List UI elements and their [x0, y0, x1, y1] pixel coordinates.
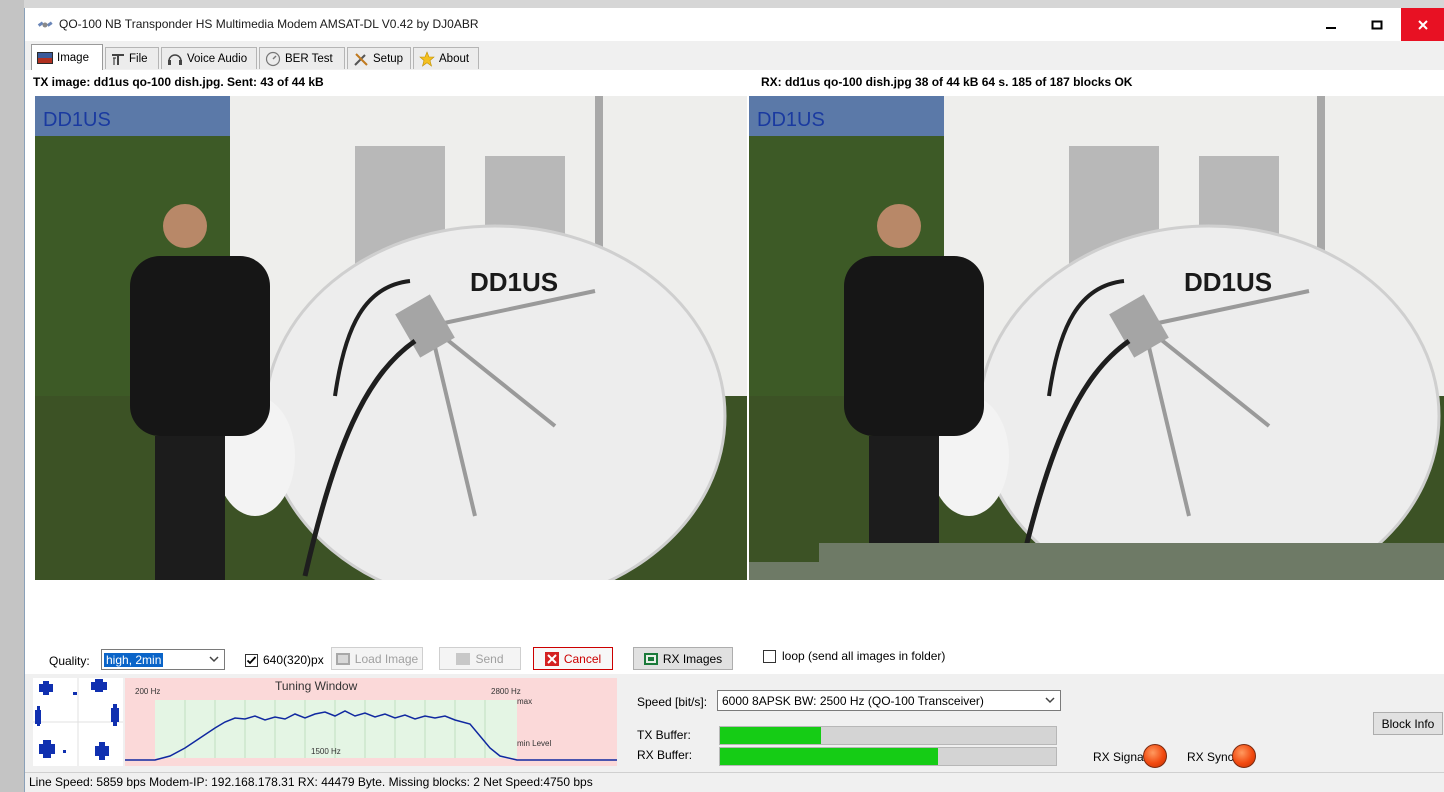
load-image-button[interactable]: Load Image: [331, 647, 423, 670]
tx-buffer-fill: [720, 727, 821, 744]
rx-images-button[interactable]: RX Images: [633, 647, 733, 670]
rx-signal-label: RX Signal:: [1093, 750, 1150, 764]
tab-image[interactable]: Image: [31, 44, 103, 70]
tab-ber-test-label: BER Test: [285, 52, 333, 65]
gauge-icon: [265, 51, 281, 66]
tab-bar: Image File Voice Audio BER Test Setup Ab…: [25, 41, 1444, 71]
block-info-button[interactable]: Block Info: [1373, 712, 1443, 735]
tab-setup[interactable]: Setup: [347, 47, 411, 69]
tx-buffer-label: TX Buffer:: [637, 728, 691, 742]
rx-buffer-label: RX Buffer:: [637, 748, 693, 762]
tab-voice-audio-label: Voice Audio: [187, 52, 248, 65]
constellation-display: [33, 678, 123, 766]
tx-caption: TX image: dd1us qo-100 dish.jpg. Sent: 4…: [33, 75, 324, 89]
quality-label: Quality:: [49, 654, 90, 668]
tx-image: DD1US DD1US: [35, 96, 747, 580]
rx-images-label: RX Images: [662, 651, 723, 666]
cancel-icon: [544, 651, 559, 666]
block-info-label: Block Info: [1381, 716, 1435, 731]
app-window: QO-100 NB Transponder HS Multimedia Mode…: [24, 8, 1444, 792]
tools-icon: [354, 52, 368, 66]
rx-watermark: DD1US: [757, 109, 825, 131]
close-button[interactable]: [1401, 8, 1444, 41]
checkbox-unchecked-icon: [763, 649, 776, 663]
resolution-checkbox[interactable]: 640(320)px: [245, 649, 324, 671]
window-title: QO-100 NB Transponder HS Multimedia Mode…: [59, 17, 479, 31]
speed-label: Speed [bit/s]:: [637, 695, 708, 709]
rx-dish-label: DD1US: [1184, 267, 1272, 297]
rx-buffer-fill: [720, 748, 939, 765]
tx-photo-graphic: DD1US DD1US: [35, 96, 747, 580]
spectrum-low-freq: 200 Hz: [135, 687, 160, 696]
title-bar: QO-100 NB Transponder HS Multimedia Mode…: [25, 8, 1444, 42]
star-icon: [419, 50, 435, 67]
image-controls: Quality: high, 2min 640(320)px Load Imag…: [25, 638, 1444, 671]
resolution-label: 640(320)px: [263, 653, 324, 667]
satellite-icon: [37, 21, 53, 28]
rx-photo-graphic: DD1US DD1US: [749, 96, 1444, 580]
tab-image-label: Image: [57, 51, 89, 64]
rx-buffer-bar: [719, 747, 1057, 766]
tab-voice-audio[interactable]: Voice Audio: [161, 47, 257, 69]
speed-value: 6000 8APSK BW: 2500 Hz (QO-100 Transceiv…: [722, 693, 984, 708]
spectrum-display: 200 Hz Tuning Window 2800 Hz max min Lev…: [125, 678, 617, 766]
tab-about-label: About: [439, 52, 470, 65]
close-icon: [1418, 19, 1428, 30]
image-icon: [335, 652, 350, 665]
spectrum-min-level: min Level: [517, 739, 551, 748]
checkbox-checked-icon: [245, 653, 258, 667]
cancel-label: Cancel: [563, 651, 602, 666]
chevron-down-icon: [1045, 697, 1055, 704]
send-label: Send: [475, 651, 504, 666]
maximize-icon: [1371, 20, 1383, 29]
image-tab-panel: TX image: dd1us qo-100 dish.jpg. Sent: 4…: [25, 70, 1444, 674]
rx-sync-led: [1232, 744, 1256, 768]
speed-select[interactable]: 6000 8APSK BW: 2500 Hz (QO-100 Transceiv…: [717, 690, 1061, 711]
tx-buffer-bar: [719, 726, 1057, 745]
send-icon: [456, 652, 471, 665]
quality-select[interactable]: high, 2min: [101, 649, 225, 670]
rx-signal-led: [1143, 744, 1167, 768]
tab-file-label: File: [129, 52, 148, 65]
image-icon: [37, 51, 53, 64]
image-icon: [643, 652, 658, 665]
spectrum-center-freq: 1500 Hz: [311, 747, 341, 756]
tab-file[interactable]: File: [105, 47, 159, 69]
headphones-icon: [168, 53, 182, 65]
spectrum-high-freq: 2800 Hz: [491, 687, 521, 696]
tab-setup-label: Setup: [373, 52, 404, 65]
chevron-down-icon: [209, 656, 219, 663]
loop-label: loop (send all images in folder): [782, 649, 946, 663]
quality-value: high, 2min: [104, 652, 164, 667]
spectrum-title: Tuning Window: [275, 679, 358, 693]
minimize-icon: [1326, 26, 1336, 29]
load-image-label: Load Image: [354, 651, 419, 666]
loop-checkbox[interactable]: loop (send all images in folder): [763, 645, 945, 667]
minimize-button[interactable]: [1309, 8, 1353, 41]
cancel-button[interactable]: Cancel: [533, 647, 613, 670]
maximize-button[interactable]: [1355, 8, 1399, 41]
rx-caption: RX: dd1us qo-100 dish.jpg 38 of 44 kB 64…: [761, 75, 1133, 89]
tx-watermark: DD1US: [43, 109, 111, 131]
spectrum-max-label: max: [517, 697, 532, 706]
tx-dish-label: DD1US: [470, 267, 558, 297]
send-button[interactable]: Send: [439, 647, 521, 670]
desktop-edge: [0, 0, 24, 792]
tab-ber-test[interactable]: BER Test: [259, 47, 345, 69]
rx-sync-label: RX Sync:: [1187, 750, 1238, 764]
tab-about[interactable]: About: [413, 47, 479, 69]
text-icon: [112, 53, 124, 65]
rx-image: DD1US DD1US: [749, 96, 1444, 580]
status-bar: Line Speed: 5859 bps Modem-IP: 192.168.1…: [25, 772, 1444, 792]
modem-panel: 200 Hz Tuning Window 2800 Hz max min Lev…: [25, 674, 1444, 772]
